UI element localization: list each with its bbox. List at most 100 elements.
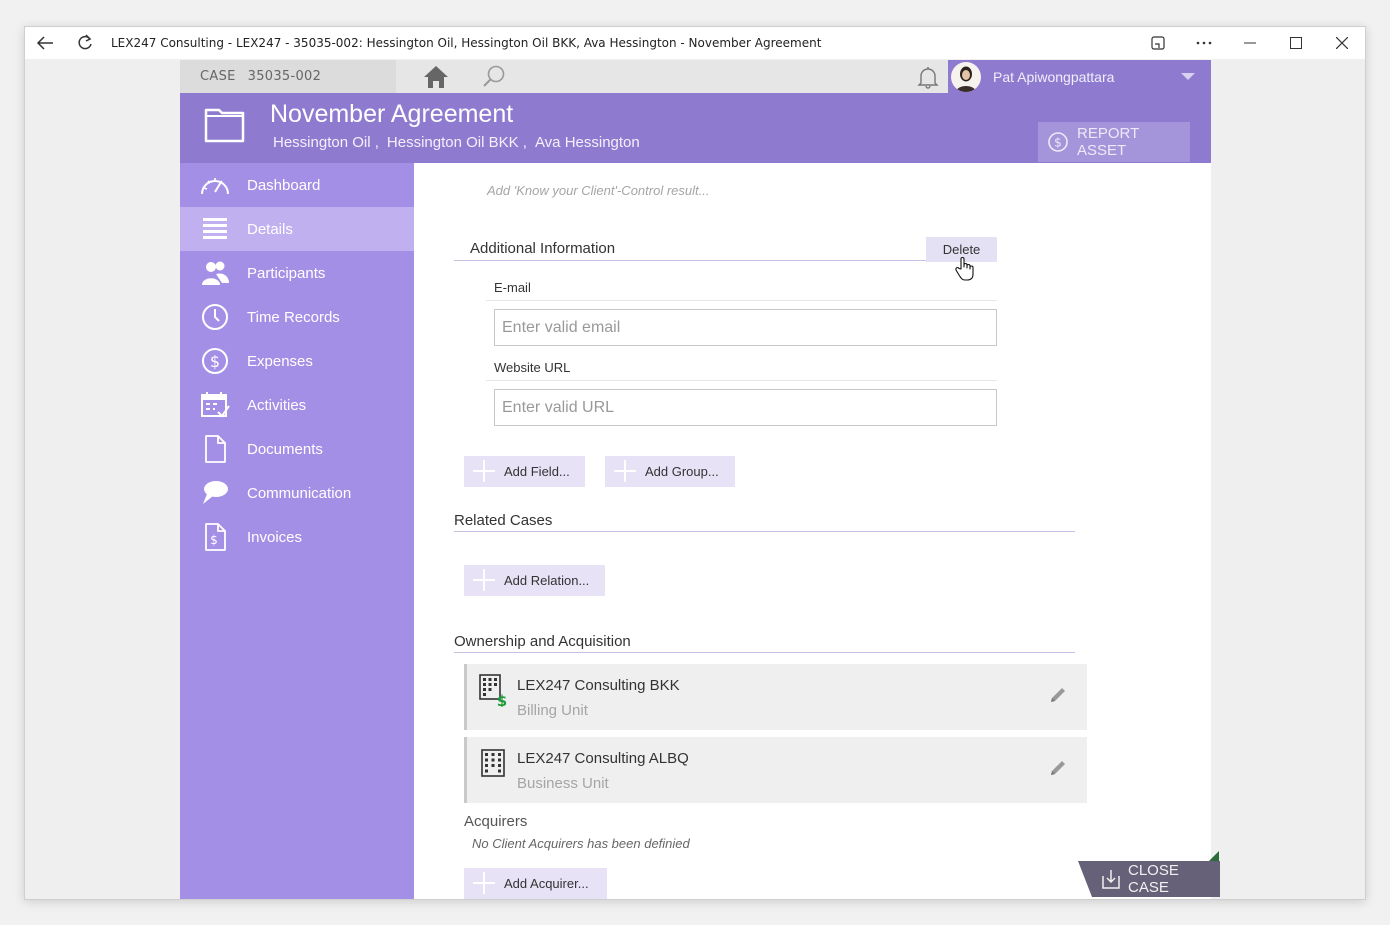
plus-icon [605, 456, 645, 487]
window-title: LEX247 Consulting - LEX247 - 35035-002: … [111, 36, 822, 50]
website-url-field[interactable]: Enter valid URL [494, 389, 997, 426]
divider [486, 300, 997, 301]
search-icon[interactable] [480, 64, 508, 90]
list-icon [198, 214, 232, 244]
sidebar-item-label: Invoices [247, 528, 303, 546]
minimize-icon[interactable] [1227, 27, 1273, 59]
page-title: November Agreement [270, 100, 514, 128]
svg-text:$: $ [497, 692, 507, 707]
main-content: Add 'Know your Client'-Control result...… [414, 163, 1211, 899]
add-acquirer-label: Add Acquirer... [504, 876, 589, 891]
report-asset-button[interactable]: $ REPORT ASSET [1038, 122, 1190, 162]
close-case-label: CLOSE CASE [1128, 862, 1179, 896]
client-name[interactable]: Hessington Oil BKK , [387, 134, 527, 151]
add-field-button[interactable]: Add Field... [464, 456, 585, 487]
folder-icon [203, 104, 247, 144]
sidebar-item-label: Details [247, 220, 293, 238]
sidebar-item-participants[interactable]: Participants [180, 251, 414, 295]
unit-name: LEX247 Consulting BKK [517, 677, 680, 694]
unit-name: LEX247 Consulting ALBQ [517, 750, 689, 767]
home-icon[interactable] [422, 64, 450, 90]
title-bar: LEX247 Consulting - LEX247 - 35035-002: … [25, 27, 1365, 59]
sidebar-item-details[interactable]: Details [180, 207, 414, 251]
avatar [951, 61, 981, 92]
close-case-button[interactable]: CLOSE CASE [1078, 861, 1220, 897]
close-icon[interactable] [1319, 27, 1365, 59]
acquirers-empty-text: No Client Acquirers has been definied [472, 836, 690, 851]
corner-marker [1209, 851, 1219, 861]
plus-icon [464, 456, 504, 487]
sidebar-item-label: Expenses [247, 352, 313, 370]
divider [454, 652, 1075, 653]
acquirers-title: Acquirers [464, 813, 528, 830]
email-field[interactable]: Enter valid email [494, 309, 997, 346]
add-group-button[interactable]: Add Group... [605, 456, 735, 487]
add-relation-button[interactable]: Add Relation... [464, 565, 605, 596]
back-icon[interactable] [25, 27, 65, 59]
pencil-icon[interactable] [1047, 684, 1069, 706]
client-list: Hessington Oil , Hessington Oil BKK , Av… [273, 134, 648, 151]
sidebar-item-activities[interactable]: Activities [180, 383, 414, 427]
sidebar-item-label: Dashboard [247, 176, 321, 194]
case-label: CASE [200, 69, 236, 84]
building-icon [478, 746, 508, 780]
ownership-card[interactable]: LEX247 Consulting ALBQ Business Unit [464, 737, 1087, 803]
sidebar-item-time-records[interactable]: Time Records [180, 295, 414, 339]
download-icon [1100, 868, 1122, 890]
maximize-icon[interactable] [1273, 27, 1319, 59]
add-field-label: Add Field... [504, 464, 570, 479]
client-name[interactable]: Hessington Oil , [273, 134, 379, 151]
top-bar: CASE 35035-002 Pat Apiwongpattara [180, 60, 1211, 93]
ownership-title: Ownership and Acquisition [454, 633, 631, 650]
billing-building-icon: $ [478, 673, 508, 710]
sidebar-item-expenses[interactable]: $ Expenses [180, 339, 414, 383]
divider [454, 260, 997, 261]
add-acquirer-button[interactable]: Add Acquirer... [464, 868, 607, 899]
app-window: LEX247 Consulting - LEX247 - 35035-002: … [24, 26, 1366, 900]
document-icon [198, 434, 232, 464]
user-menu[interactable]: Pat Apiwongpattara [948, 60, 1211, 93]
plus-icon [464, 565, 504, 596]
chevron-down-icon [1181, 73, 1195, 80]
svg-text:$: $ [210, 352, 220, 371]
chat-icon [198, 478, 232, 508]
unit-type: Business Unit [517, 775, 609, 792]
additional-info-title: Additional Information [470, 240, 616, 257]
ownership-card[interactable]: $ LEX247 Consulting BKK Billing Unit [464, 664, 1087, 730]
calendar-icon [198, 390, 232, 420]
svg-text:$: $ [210, 533, 218, 547]
website-label: Website URL [494, 360, 571, 375]
add-relation-label: Add Relation... [504, 573, 590, 588]
divider [454, 531, 1075, 532]
case-number: 35035-002 [247, 69, 322, 84]
client-name[interactable]: Ava Hessington [535, 134, 640, 151]
case-indicator[interactable]: CASE 35035-002 [180, 60, 396, 93]
svg-text:$: $ [1054, 136, 1062, 150]
pencil-icon[interactable] [1047, 757, 1069, 779]
sidebar: Dashboard Details Participants Time Reco… [180, 163, 414, 899]
unit-type: Billing Unit [517, 702, 588, 719]
sidebar-item-communication[interactable]: Communication [180, 471, 414, 515]
app-root: CASE 35035-002 Pat Apiwongpattara Novemb… [180, 60, 1211, 899]
sidebar-item-invoices[interactable]: $ Invoices [180, 515, 414, 559]
sidebar-item-label: Communication [247, 484, 352, 502]
sidebar-item-dashboard[interactable]: Dashboard [180, 163, 414, 207]
cast-icon[interactable] [1135, 27, 1181, 59]
dollar-circle-icon: $ [1047, 131, 1069, 153]
bell-icon[interactable] [915, 64, 941, 90]
gauge-icon [198, 170, 232, 200]
more-icon[interactable] [1181, 27, 1227, 59]
sidebar-item-label: Activities [247, 396, 307, 414]
related-cases-title: Related Cases [454, 512, 553, 529]
people-icon [198, 258, 232, 288]
invoice-icon: $ [198, 522, 232, 552]
hand-cursor-icon [954, 255, 976, 283]
sidebar-item-label: Time Records [247, 308, 340, 326]
email-label: E-mail [494, 280, 531, 295]
kyc-placeholder[interactable]: Add 'Know your Client'-Control result... [487, 183, 709, 198]
refresh-icon[interactable] [65, 27, 105, 59]
divider [486, 380, 997, 381]
sidebar-item-documents[interactable]: Documents [180, 427, 414, 471]
clock-icon [198, 302, 232, 332]
add-group-label: Add Group... [645, 464, 719, 479]
